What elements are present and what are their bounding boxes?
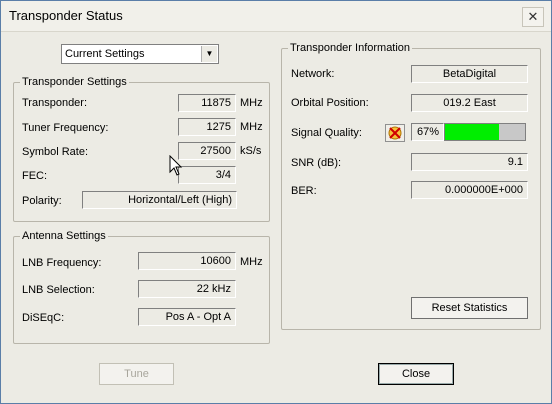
network-label: Network: (291, 68, 335, 80)
chevron-down-icon[interactable]: ▼ (201, 46, 217, 62)
orbital-position-label: Orbital Position: (291, 97, 369, 109)
diseqc-label: DiSEqC: (22, 312, 65, 324)
antenna-settings-title: Antenna Settings (20, 230, 108, 242)
signal-quality-bar-fill (445, 124, 499, 140)
lnb-selection-label: LNB Selection: (22, 284, 95, 296)
settings-mode-dropdown[interactable]: Current Settings ▼ (61, 44, 219, 64)
close-window-icon[interactable]: ✕ (522, 7, 544, 27)
transponder-label: Transponder: (22, 97, 88, 109)
transponder-information-title: Transponder Information (288, 42, 413, 54)
signal-quality-icon-graphic (388, 126, 402, 140)
lnb-selection-value: 22 kHz (138, 280, 236, 298)
network-value: BetaDigital (411, 65, 528, 83)
symbol-rate-unit: kS/s (240, 145, 262, 157)
symbol-rate-label: Symbol Rate: (22, 146, 89, 158)
diseqc-value: Pos A - Opt A (138, 308, 236, 326)
lnb-frequency-unit: MHz (240, 256, 263, 268)
ber-label: BER: (291, 185, 317, 197)
tuner-frequency-unit: MHz (240, 121, 263, 133)
signal-quality-icon[interactable] (385, 124, 405, 142)
tune-button[interactable]: Tune (99, 363, 174, 385)
reset-statistics-button[interactable]: Reset Statistics (411, 297, 528, 319)
polarity-value: Horizontal/Left (High) (82, 191, 237, 209)
title-bar: Transponder Status ✕ (1, 1, 551, 32)
ber-value: 0.000000E+000 (411, 181, 528, 199)
window-title: Transponder Status (9, 8, 123, 23)
fec-value: 3/4 (178, 166, 236, 184)
transponder-status-window: Transponder Status ✕ Current Settings ▼ … (0, 0, 552, 404)
tuner-frequency-label: Tuner Frequency: (22, 122, 109, 134)
symbol-rate-value: 27500 (178, 142, 236, 160)
signal-quality-bar (444, 123, 526, 141)
transponder-unit: MHz (240, 97, 263, 109)
fec-label: FEC: (22, 170, 48, 182)
polarity-label: Polarity: (22, 195, 62, 207)
mouse-pointer-icon (169, 155, 183, 176)
transponder-value: 11875 (178, 94, 236, 112)
snr-label: SNR (dB): (291, 157, 342, 169)
lnb-frequency-value: 10600 (138, 252, 236, 270)
lnb-frequency-label: LNB Frequency: (22, 257, 102, 269)
tuner-frequency-value: 1275 (178, 118, 236, 136)
orbital-position-value: 019.2 East (411, 94, 528, 112)
transponder-settings-title: Transponder Settings (20, 76, 129, 88)
settings-mode-value: Current Settings (65, 48, 145, 60)
signal-quality-label: Signal Quality: (291, 127, 362, 139)
signal-quality-percent: 67% (411, 123, 444, 141)
close-button[interactable]: Close (378, 363, 454, 385)
dialog-content: Current Settings ▼ Transponder Settings … (1, 32, 551, 403)
snr-value: 9.1 (411, 153, 528, 171)
